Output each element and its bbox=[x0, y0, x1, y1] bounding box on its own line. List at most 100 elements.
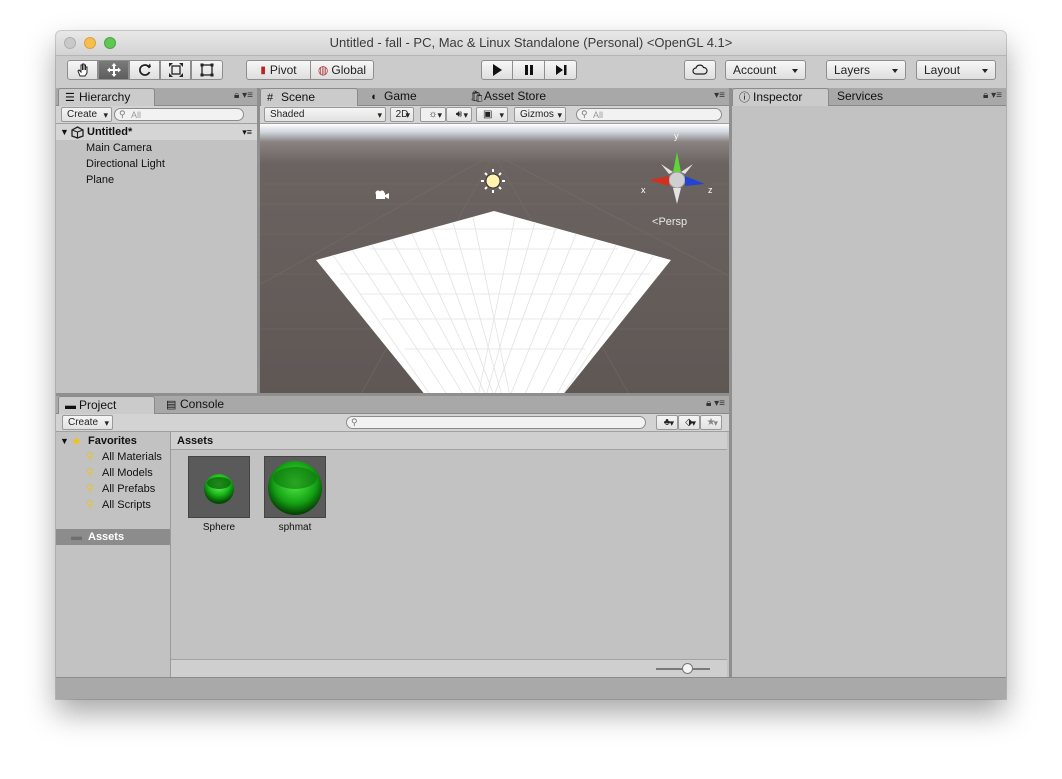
rect-tool-button[interactable] bbox=[191, 60, 223, 80]
scene-menu-icon[interactable]: ▾≡ bbox=[242, 124, 252, 140]
sphere-icon bbox=[204, 474, 234, 504]
search-icon: ⚲ bbox=[86, 499, 95, 511]
tab-game[interactable]: ◖ Game bbox=[364, 88, 444, 105]
play-icon bbox=[493, 64, 502, 76]
pacman-icon: ◖ bbox=[370, 91, 377, 103]
expand-arrow-icon: ▼ bbox=[60, 436, 69, 446]
asset-item[interactable]: sphmat bbox=[264, 456, 326, 533]
tag-icon: ⬗ bbox=[685, 417, 693, 428]
grid-icon: # bbox=[267, 92, 274, 104]
project-folder-tree: ▼ ★ Favorites ⚲ All Materials ⚲ All Mode… bbox=[56, 432, 171, 677]
tab-inspector[interactable]: ⓘ Inspector bbox=[732, 88, 829, 106]
slider-thumb[interactable] bbox=[682, 663, 693, 674]
unity-editor-window: Untitled - fall - PC, Mac & Linux Standa… bbox=[56, 31, 1006, 699]
project-tabstrip: ▬ Project ▤ Console 🔒︎ ▾≡ bbox=[56, 396, 729, 414]
favorites-item[interactable]: ⚲ All Materials bbox=[56, 449, 170, 465]
sun-icon: ☼ bbox=[428, 109, 438, 120]
directional-light-gizmo bbox=[481, 169, 505, 193]
scene-search-input[interactable]: ⚲ All bbox=[576, 108, 722, 121]
favorites-item[interactable]: ⚲ All Models bbox=[56, 465, 170, 481]
hierarchy-search-input[interactable]: ⚲ All bbox=[114, 108, 244, 121]
asset-browser-footer bbox=[171, 659, 727, 677]
asset-browser: Assets Sphere sphmat bbox=[171, 432, 727, 677]
scene-render: y x z bbox=[260, 131, 729, 396]
search-by-label-button[interactable]: ⬗ bbox=[678, 415, 700, 430]
folder-icon: ▬ bbox=[71, 531, 82, 543]
layers-dropdown[interactable]: Layers bbox=[826, 60, 906, 80]
pause-button[interactable] bbox=[512, 60, 545, 80]
sphere-model-thumbnail bbox=[188, 456, 250, 518]
scene-root-row[interactable]: ▼ Untitled* ▾≡ bbox=[56, 124, 257, 140]
project-create-button[interactable]: Create bbox=[62, 415, 114, 430]
search-icon: ⚲ bbox=[86, 467, 95, 479]
tab-asset-store[interactable]: 🛍︎ Asset Store bbox=[464, 88, 564, 105]
scene-viewport[interactable]: y x z <Persp bbox=[260, 124, 729, 396]
scale-tool-button[interactable] bbox=[160, 60, 191, 80]
mode-2d-toggle[interactable]: 2D bbox=[390, 107, 414, 122]
star-icon: ★ bbox=[706, 417, 716, 428]
rotate-tool-button[interactable] bbox=[129, 60, 160, 80]
search-by-type-button[interactable]: ♣ bbox=[656, 415, 678, 430]
favorites-row[interactable]: ▼ ★ Favorites bbox=[56, 433, 170, 449]
tab-hierarchy[interactable]: ☰ Hierarchy bbox=[58, 88, 155, 106]
inspector-lock-menu-icon[interactable]: 🔒︎ ▾≡ bbox=[983, 90, 1002, 101]
shading-mode-dropdown[interactable]: Shaded bbox=[264, 107, 386, 122]
scale-icon bbox=[168, 63, 183, 77]
scene-audio-toggle[interactable]: 🔊︎ bbox=[446, 107, 472, 122]
hierarchy-item[interactable]: Directional Light bbox=[56, 156, 257, 172]
project-search-input[interactable]: ⚲ bbox=[346, 416, 646, 429]
status-bar bbox=[56, 677, 1006, 699]
tab-scene[interactable]: # Scene bbox=[260, 88, 358, 106]
scene-tabstrip: # Scene ◖ Game 🛍︎ Asset Store ▾≡ bbox=[260, 88, 729, 106]
hierarchy-create-button[interactable]: Create bbox=[61, 107, 113, 122]
material-thumbnail bbox=[264, 456, 326, 518]
tab-project[interactable]: ▬ Project bbox=[58, 396, 155, 414]
scene-lighting-toggle[interactable]: ☼ bbox=[420, 107, 446, 122]
search-icon: ⚲ bbox=[86, 483, 95, 495]
step-button[interactable] bbox=[544, 60, 577, 80]
scene-panel: #Scene ◖Game 🛍︎Asset Store ▾≡ Shaded 2D … bbox=[260, 88, 729, 396]
orientation-gizmo bbox=[649, 152, 705, 204]
gizmos-dropdown[interactable]: Gizmos bbox=[514, 107, 566, 122]
info-icon: ⓘ bbox=[739, 92, 750, 104]
pivot-toggle[interactable]: ▮ Pivot bbox=[246, 60, 311, 80]
search-icon: ⚲ bbox=[86, 451, 95, 463]
window-title: Untitled - fall - PC, Mac & Linux Standa… bbox=[329, 35, 733, 50]
hierarchy-item[interactable]: Main Camera bbox=[56, 140, 257, 156]
layout-dropdown[interactable]: Layout bbox=[916, 60, 996, 80]
scene-name: Untitled* bbox=[87, 126, 133, 138]
hierarchy-item[interactable]: Plane bbox=[56, 172, 257, 188]
speaker-icon: 🔊︎ bbox=[455, 109, 463, 120]
gizmo-y-label: y bbox=[674, 131, 679, 141]
hand-icon bbox=[76, 63, 87, 77]
favorites-item[interactable]: ⚲ All Scripts bbox=[56, 497, 170, 513]
save-search-button[interactable]: ★ bbox=[700, 415, 722, 430]
pause-icon bbox=[524, 65, 533, 75]
inspector-panel: ⓘ Inspector Services 🔒︎ ▾≡ bbox=[732, 88, 1006, 677]
tab-services[interactable]: Services bbox=[829, 88, 909, 105]
hand-tool-button[interactable] bbox=[67, 60, 98, 80]
inspector-tabstrip: ⓘ Inspector Services 🔒︎ ▾≡ bbox=[732, 88, 1006, 106]
rect-icon bbox=[200, 63, 214, 77]
favorites-item[interactable]: ⚲ All Prefabs bbox=[56, 481, 170, 497]
play-button[interactable] bbox=[481, 60, 513, 80]
scene-effects-dropdown[interactable]: ▣ bbox=[476, 107, 508, 122]
cloud-services-button[interactable] bbox=[684, 60, 716, 80]
move-tool-button[interactable] bbox=[98, 60, 129, 80]
move-icon bbox=[106, 63, 121, 77]
assets-folder-row[interactable]: ▬ Assets bbox=[56, 529, 170, 545]
asset-item[interactable]: Sphere bbox=[188, 456, 250, 533]
project-lock-menu-icon[interactable]: 🔒︎ ▾≡ bbox=[706, 398, 725, 409]
scene-menu-icon[interactable]: ▾≡ bbox=[714, 90, 725, 101]
account-dropdown[interactable]: Account bbox=[725, 60, 806, 80]
gizmo-x-label: x bbox=[641, 185, 646, 195]
gizmo-z-label: z bbox=[708, 185, 713, 195]
rotate-icon bbox=[138, 63, 151, 76]
persp-label[interactable]: <Persp bbox=[652, 216, 687, 228]
step-icon bbox=[555, 65, 566, 75]
global-toggle[interactable]: ◍ Global bbox=[310, 60, 374, 80]
tab-console[interactable]: ▤ Console bbox=[160, 396, 240, 413]
search-icon: ⚲ bbox=[581, 109, 588, 119]
expand-arrow-icon: ▼ bbox=[60, 127, 69, 137]
hierarchy-lock-menu-icon[interactable]: 🔒︎ ▾≡ bbox=[234, 90, 253, 101]
